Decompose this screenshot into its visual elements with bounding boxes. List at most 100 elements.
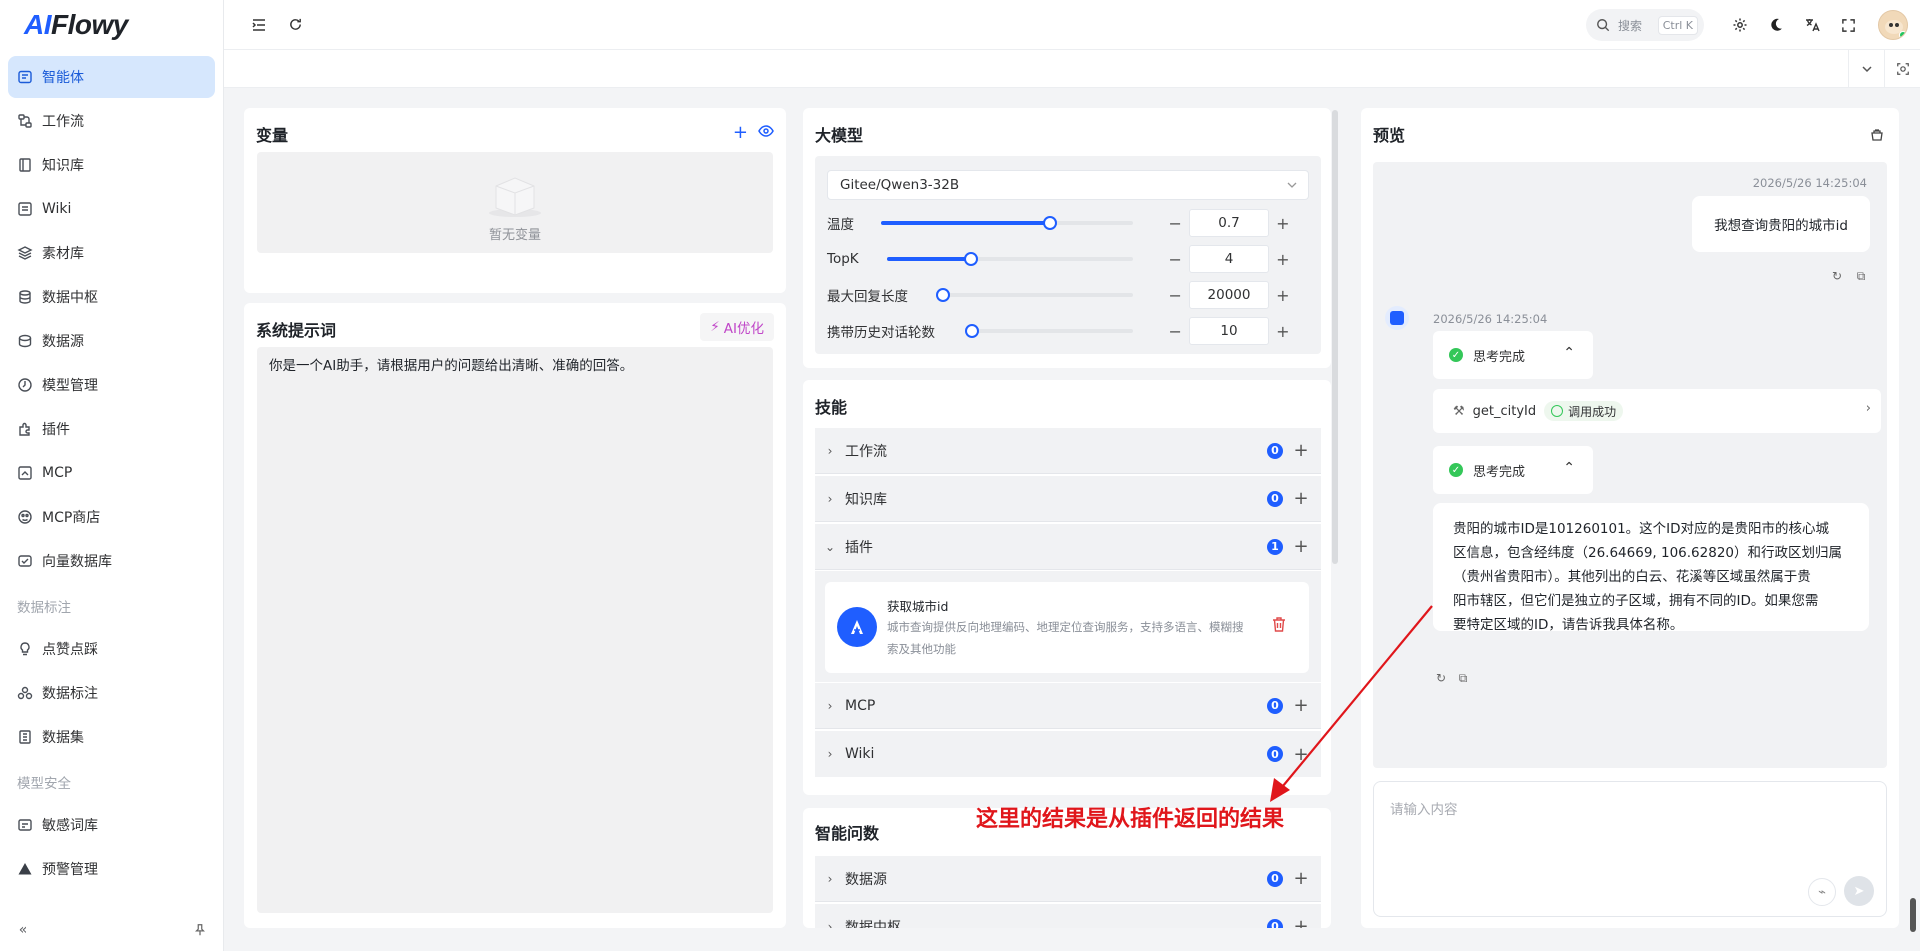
history-slider[interactable] — [964, 324, 1133, 338]
screenshot-icon[interactable] — [1884, 50, 1920, 88]
temperature-value[interactable]: 0.7 — [1189, 209, 1269, 237]
variables-empty-state: 暂无变量 — [257, 152, 773, 253]
sidebar-item-dataset[interactable]: 数据集 — [8, 716, 215, 758]
slider-knob[interactable] — [963, 252, 978, 266]
increment-button[interactable]: + — [1269, 316, 1297, 346]
history-stepper: −10 + — [1161, 316, 1297, 346]
refresh-icon[interactable] — [277, 7, 313, 43]
topk-value[interactable]: 4 — [1189, 245, 1269, 273]
decrement-button[interactable]: − — [1161, 280, 1189, 310]
sidebar-group-security: 模型安全 — [17, 776, 71, 792]
slider-knob[interactable] — [964, 324, 979, 338]
decrement-button[interactable]: − — [1161, 316, 1189, 346]
attach-icon[interactable]: ⌁ — [1808, 878, 1836, 906]
fullscreen-icon[interactable] — [1830, 7, 1866, 43]
increment-button[interactable]: + — [1269, 244, 1297, 274]
sidebar-footer: « — [12, 917, 211, 943]
regenerate-icon[interactable]: ↻ — [1829, 268, 1845, 284]
sidebar-nav: 智能体 工作流 知识库 Wiki 素材库 数据中枢 数据源 模型管理 插件 MC… — [0, 50, 223, 890]
chevron-right-icon: › — [827, 747, 833, 761]
sidebar-item-data-annotation[interactable]: 数据标注 — [8, 672, 215, 714]
temperature-stepper: −0.7 + — [1161, 208, 1297, 238]
increment-button[interactable]: + — [1269, 280, 1297, 310]
sidebar-item-workflow[interactable]: 工作流 — [8, 100, 215, 142]
add-variable-icon[interactable]: + — [733, 122, 748, 143]
sidebar-item-wiki[interactable]: Wiki — [8, 188, 215, 230]
search-box[interactable]: 搜索 Ctrl K — [1586, 9, 1704, 41]
pin-icon[interactable] — [189, 919, 211, 941]
thinking-status-1[interactable]: ✓ 思考完成 ⌃ — [1433, 331, 1593, 379]
collapse-icon[interactable]: « — [12, 919, 34, 941]
system-prompt-title: 系统提示词 — [256, 321, 337, 340]
add-icon[interactable]: + — [1291, 440, 1311, 461]
sidebar-item-datasource[interactable]: 数据源 — [8, 320, 215, 362]
decrement-button[interactable]: − — [1161, 208, 1189, 238]
temperature-slider[interactable] — [881, 216, 1133, 230]
logo[interactable]: AI Flowy — [0, 0, 223, 50]
add-icon[interactable]: + — [1291, 536, 1311, 557]
chevron-down-icon[interactable] — [1848, 50, 1884, 88]
skill-row-workflow[interactable]: › 工作流 0 + — [815, 428, 1321, 474]
skill-row-plugins[interactable]: ⌄ 插件 1 + — [815, 524, 1321, 570]
eye-icon[interactable] — [758, 124, 774, 142]
skill-row-wiki[interactable]: › Wiki 0 + — [815, 731, 1321, 777]
plugin-card[interactable]: 获取城市id 城市查询提供反向地理编码、地理定位查询服务，支持多语言、模糊搜 索… — [825, 582, 1309, 673]
ai-optimize-button[interactable]: ⚡ AI优化 — [700, 313, 774, 341]
bot-avatar — [1385, 306, 1409, 330]
query-row-data-hub[interactable]: › 数据中枢 0 + — [815, 904, 1321, 928]
add-icon[interactable]: + — [1291, 488, 1311, 509]
send-button[interactable]: ➤ — [1844, 876, 1874, 906]
annotation-arrow — [1270, 605, 1433, 802]
increment-button[interactable]: + — [1269, 208, 1297, 238]
param-history-turns: 携带历史对话轮数 −10 + — [827, 316, 1309, 346]
middle-scrollbar[interactable] — [1332, 110, 1338, 564]
sidebar-item-assets[interactable]: 素材库 — [8, 232, 215, 274]
magic-wand-icon: ⚡ — [710, 319, 720, 335]
thinking-status-2[interactable]: ✓ 思考完成 ⌃ — [1433, 446, 1593, 494]
sidebar-item-knowledge[interactable]: 知识库 — [8, 144, 215, 186]
slider-knob[interactable] — [1042, 216, 1057, 230]
chevron-right-icon: › — [827, 443, 833, 458]
chat-input[interactable]: 请输入内容 ⌁ ➤ — [1373, 781, 1887, 917]
sidebar-item-likes[interactable]: 点赞点踩 — [8, 628, 215, 670]
query-row-datasource[interactable]: › 数据源 0 + — [815, 856, 1321, 902]
clear-chat-icon[interactable] — [1869, 126, 1885, 146]
sidebar-item-agent[interactable]: 智能体 — [8, 56, 215, 98]
max-length-value[interactable]: 20000 — [1189, 281, 1269, 309]
dark-mode-icon[interactable] — [1758, 7, 1794, 43]
sidebar-item-plugins[interactable]: 插件 — [8, 408, 215, 450]
add-icon[interactable]: + — [1291, 916, 1311, 928]
sidebar-item-mcp-store[interactable]: MCP商店 — [8, 496, 215, 538]
settings-icon[interactable] — [1722, 7, 1758, 43]
empty-box-icon — [486, 168, 544, 217]
menu-toggle-icon[interactable] — [241, 7, 277, 43]
copy-icon[interactable]: ⧉ — [1853, 268, 1869, 284]
skill-row-mcp[interactable]: › MCP 0 + — [815, 683, 1321, 729]
chevron-up-icon[interactable]: ⌃ — [1563, 345, 1575, 361]
copy-icon[interactable]: ⧉ — [1455, 670, 1471, 686]
decrement-button[interactable]: − — [1161, 244, 1189, 274]
slider-knob[interactable] — [935, 288, 950, 302]
vector-db-icon — [17, 553, 33, 569]
topk-slider[interactable] — [887, 252, 1133, 266]
tool-call-row[interactable]: ⚒ get_cityId 调用成功 › — [1433, 389, 1881, 433]
user-avatar[interactable] — [1878, 10, 1908, 40]
skill-row-knowledge[interactable]: › 知识库 0 + — [815, 476, 1321, 522]
right-scrollbar[interactable] — [1910, 898, 1916, 932]
chevron-right-icon: › — [827, 698, 833, 713]
chevron-up-icon[interactable]: ⌃ — [1563, 460, 1575, 476]
agent-icon — [17, 69, 33, 85]
max-length-slider[interactable] — [935, 288, 1133, 302]
system-prompt-textarea[interactable]: 你是一个AI助手，请根据用户的问题给出清晰、准确的回答。 — [257, 347, 773, 913]
sidebar-item-models[interactable]: 模型管理 — [8, 364, 215, 406]
sidebar-item-alerts[interactable]: 预警管理 — [8, 848, 215, 890]
add-icon[interactable]: + — [1291, 868, 1311, 889]
sidebar-item-data-hub[interactable]: 数据中枢 — [8, 276, 215, 318]
sidebar-item-mcp[interactable]: MCP — [8, 452, 215, 494]
history-value[interactable]: 10 — [1189, 317, 1269, 345]
model-select[interactable]: Gitee/Qwen3-32B — [827, 170, 1309, 200]
translate-icon[interactable] — [1794, 7, 1830, 43]
sidebar-item-sensitive-words[interactable]: 敏感词库 — [8, 804, 215, 846]
sidebar-item-vector-db[interactable]: 向量数据库 — [8, 540, 215, 582]
variables-title: 变量 — [256, 126, 289, 145]
